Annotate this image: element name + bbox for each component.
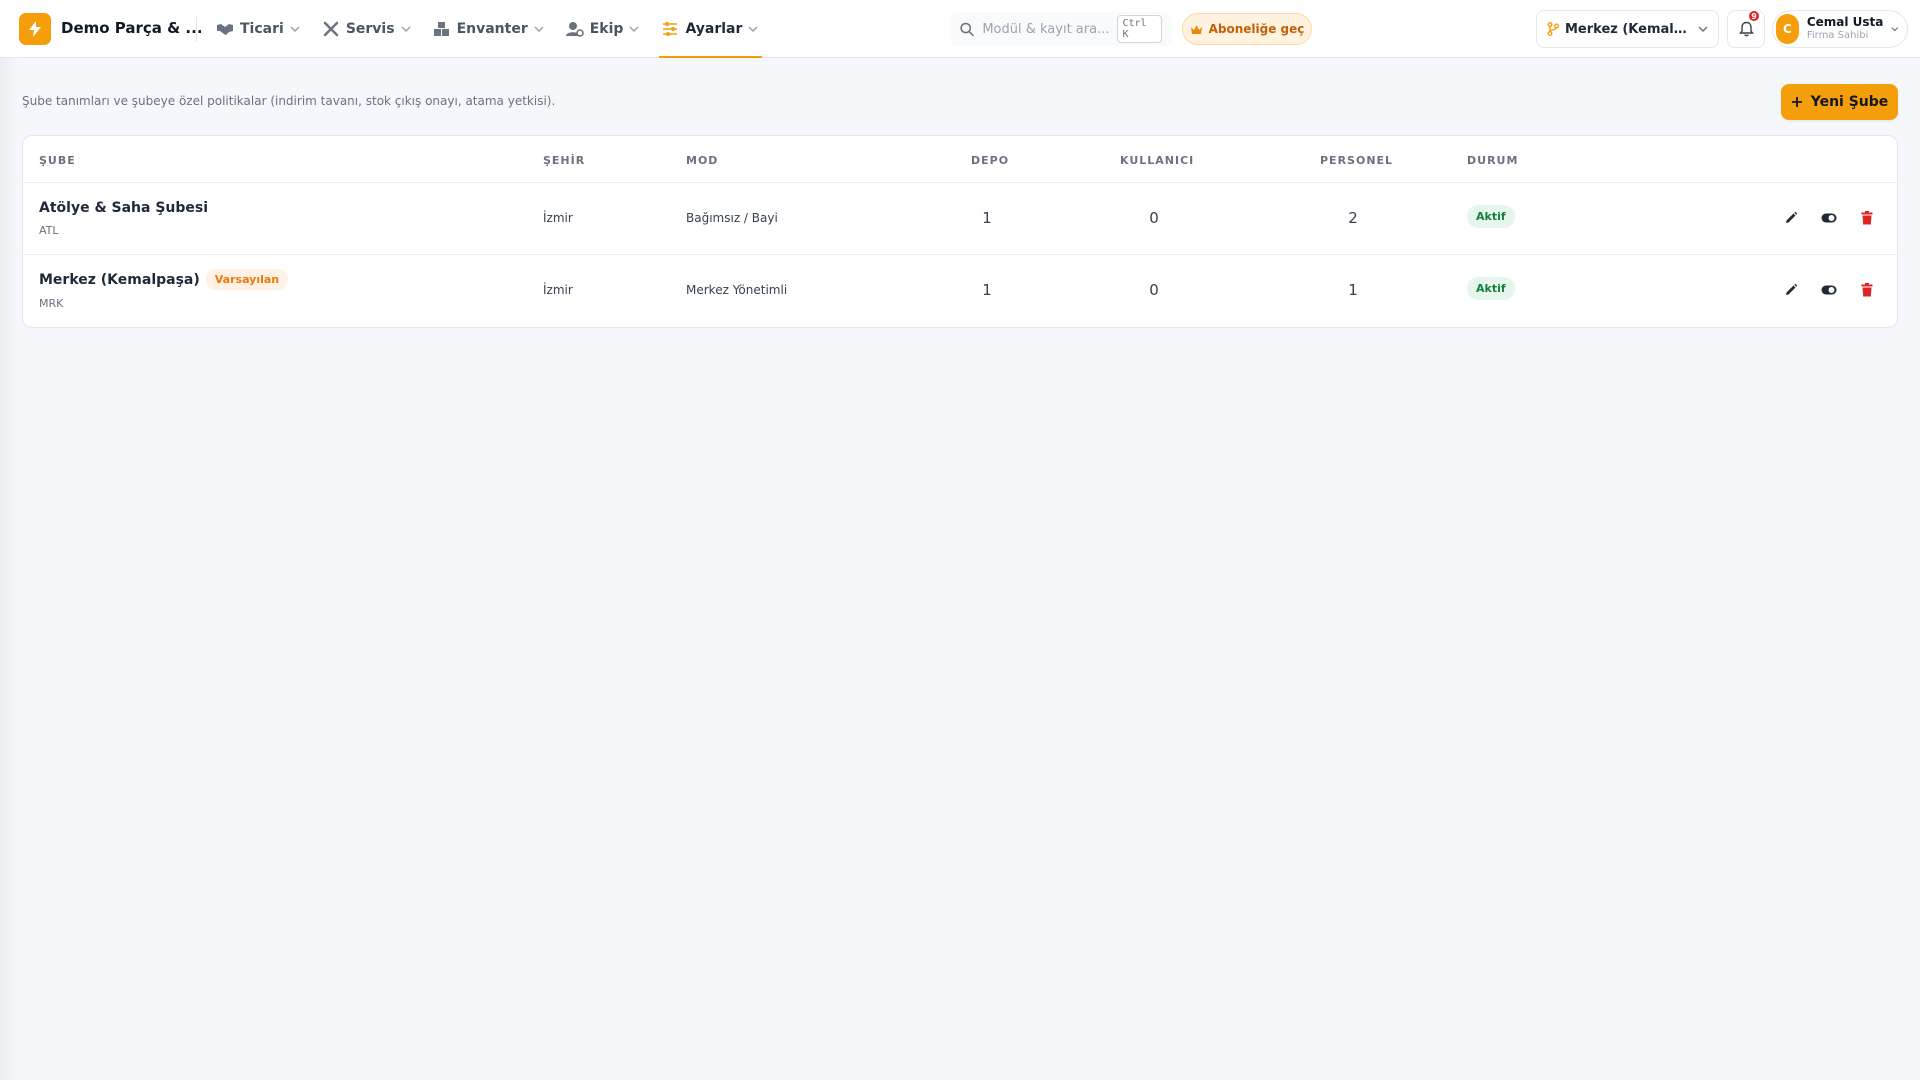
company-name[interactable]: Demo Parça & ... bbox=[61, 19, 203, 37]
user-menu[interactable]: C Cemal Usta Firma Sahibi bbox=[1772, 10, 1908, 48]
boxes-icon bbox=[433, 20, 451, 38]
plus-icon bbox=[1791, 97, 1802, 107]
branch-selector[interactable]: Merkez (Kemalpa... bbox=[1536, 10, 1719, 48]
status-badge: Aktif bbox=[1467, 277, 1515, 300]
pencil-icon bbox=[1786, 211, 1798, 223]
trash-icon bbox=[1861, 211, 1873, 225]
branch-mode: Bağımsız / Bayi bbox=[686, 211, 778, 225]
page-description: Şube tanımları ve şubeye özel politikala… bbox=[22, 94, 556, 108]
nav-ticari[interactable]: Ticari bbox=[216, 0, 302, 58]
chevron-down-icon bbox=[1698, 26, 1708, 32]
toggle-icon bbox=[1821, 285, 1837, 295]
edit-button[interactable] bbox=[1781, 280, 1801, 300]
delete-button[interactable] bbox=[1857, 280, 1877, 300]
main-nav: Ticari Servis Envanter Ekip Ayarlar bbox=[216, 0, 780, 58]
chevron-down-icon bbox=[748, 23, 760, 35]
user-role: Firma Sahibi bbox=[1806, 30, 1869, 42]
branch-city: İzmir bbox=[543, 211, 573, 225]
branch-name-cell: Merkez (Kemalpaşa) Varsayılan bbox=[39, 269, 289, 290]
crown-icon bbox=[1190, 24, 1202, 34]
users-cog-icon bbox=[565, 20, 584, 38]
status-cell: Aktif bbox=[1467, 205, 1515, 228]
sidebar-edge bbox=[0, 58, 18, 1080]
toggle-status-button[interactable] bbox=[1819, 280, 1839, 300]
trash-icon bbox=[1861, 283, 1873, 297]
chevron-down-icon bbox=[534, 23, 546, 35]
top-bar: Demo Parça & ... Ticari Servis Envanter … bbox=[0, 0, 1920, 58]
branch-selected: Merkez (Kemalpa... bbox=[1565, 21, 1692, 37]
table-header: ŞUBE ŞEHİR MOD DEPO KULLANICI PERSONEL D… bbox=[23, 136, 1897, 183]
search-placeholder: Modül & kayıt ara... bbox=[982, 21, 1110, 37]
column-header-status[interactable]: DURUM bbox=[1467, 154, 1518, 167]
pencil-icon bbox=[1786, 283, 1798, 295]
status-cell: Aktif bbox=[1467, 277, 1515, 300]
nav-label: Servis bbox=[345, 21, 395, 37]
table-row[interactable]: Atölye & Saha Şubesi ATL İzmir Bağımsız … bbox=[23, 183, 1897, 255]
branch-icon bbox=[1547, 22, 1559, 36]
nav-ayarlar[interactable]: Ayarlar bbox=[659, 0, 763, 58]
column-header-city[interactable]: ŞEHİR bbox=[543, 154, 585, 167]
branch-name: Atölye & Saha Şubesi bbox=[39, 200, 209, 216]
nav-envanter[interactable]: Envanter bbox=[433, 0, 546, 58]
delete-button[interactable] bbox=[1857, 208, 1877, 228]
user-info: Cemal Usta Firma Sahibi bbox=[1806, 15, 1884, 42]
toggle-status-button[interactable] bbox=[1819, 208, 1839, 228]
chevron-down-icon bbox=[290, 23, 302, 35]
chevron-down-icon bbox=[629, 23, 641, 35]
status-badge: Aktif bbox=[1467, 205, 1515, 228]
column-header-mode[interactable]: MOD bbox=[686, 154, 718, 167]
nav-label: Envanter bbox=[456, 21, 528, 37]
column-header-branch[interactable]: ŞUBE bbox=[39, 154, 76, 167]
branches-table: ŞUBE ŞEHİR MOD DEPO KULLANICI PERSONEL D… bbox=[22, 135, 1898, 328]
notification-badge: 9 bbox=[1747, 9, 1761, 23]
sliders-icon bbox=[661, 20, 679, 38]
chevron-down-icon bbox=[401, 23, 413, 35]
user-name: Cemal Usta bbox=[1806, 15, 1884, 30]
user-count: 0 bbox=[1149, 281, 1159, 299]
branch-name: Merkez (Kemalpaşa) bbox=[39, 272, 200, 288]
divider bbox=[196, 16, 197, 42]
row-actions bbox=[1781, 208, 1877, 228]
tools-icon bbox=[322, 20, 340, 38]
search-icon bbox=[960, 22, 974, 36]
branch-mode: Merkez Yönetimli bbox=[686, 283, 788, 297]
nav-label: Ekip bbox=[589, 21, 624, 37]
nav-label: Ticari bbox=[240, 21, 284, 37]
search-shortcut: Ctrl K bbox=[1117, 15, 1162, 43]
depot-count: 1 bbox=[982, 281, 992, 299]
staff-count: 1 bbox=[1348, 281, 1358, 299]
nav-label: Ayarlar bbox=[685, 21, 743, 37]
row-actions bbox=[1781, 280, 1877, 300]
nav-servis[interactable]: Servis bbox=[322, 0, 413, 58]
edit-button[interactable] bbox=[1781, 208, 1801, 228]
nav-ekip[interactable]: Ekip bbox=[565, 0, 642, 58]
chevron-down-icon bbox=[1891, 27, 1899, 32]
new-branch-label: Yeni Şube bbox=[1810, 94, 1889, 110]
toggle-icon bbox=[1821, 213, 1837, 223]
new-branch-button[interactable]: Yeni Şube bbox=[1781, 84, 1898, 120]
staff-count: 2 bbox=[1348, 209, 1358, 227]
branch-city: İzmir bbox=[543, 283, 573, 297]
avatar: C bbox=[1776, 14, 1799, 44]
table-row[interactable]: Merkez (Kemalpaşa) Varsayılan MRK İzmir M… bbox=[23, 255, 1897, 327]
column-header-users[interactable]: KULLANICI bbox=[1120, 154, 1194, 167]
handshake-icon bbox=[216, 20, 234, 38]
column-header-staff[interactable]: PERSONEL bbox=[1320, 154, 1393, 167]
subscribe-label: Aboneliğe geç bbox=[1208, 22, 1305, 36]
notifications-button[interactable]: 9 bbox=[1727, 9, 1765, 48]
column-header-depot[interactable]: DEPO bbox=[971, 154, 1009, 167]
user-count: 0 bbox=[1149, 209, 1159, 227]
branch-code: ATL bbox=[39, 224, 59, 237]
subscribe-button[interactable]: Aboneliğe geç bbox=[1182, 13, 1312, 45]
search-input[interactable]: Modül & kayıt ara... Ctrl K bbox=[950, 12, 1172, 46]
depot-count: 1 bbox=[982, 209, 992, 227]
branch-code: MRK bbox=[39, 297, 64, 310]
lightning-icon bbox=[29, 21, 41, 37]
bell-icon bbox=[1738, 21, 1754, 37]
default-badge: Varsayılan bbox=[205, 269, 289, 290]
app-logo[interactable] bbox=[19, 13, 51, 45]
